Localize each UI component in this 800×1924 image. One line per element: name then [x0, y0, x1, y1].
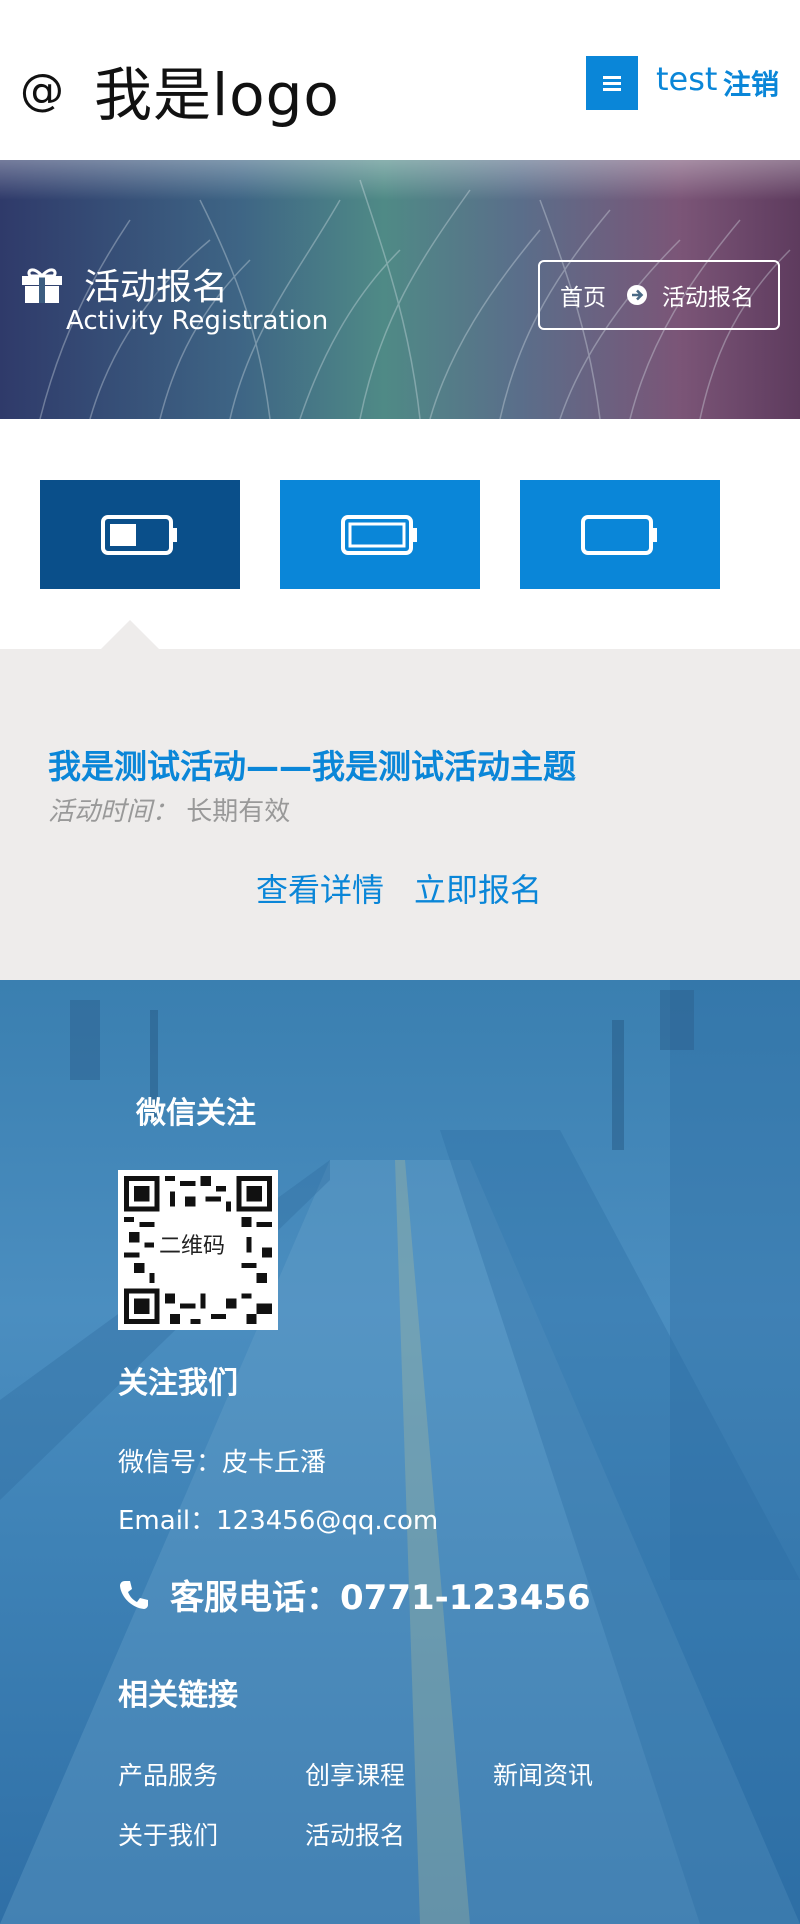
- menu-icon: [603, 76, 621, 91]
- activity-title[interactable]: 我是测试活动——我是测试活动主题: [48, 740, 576, 788]
- qr-code: 二维码: [118, 1170, 278, 1330]
- phone-icon: [120, 1580, 148, 1609]
- breadcrumb-home[interactable]: 首页: [560, 278, 606, 312]
- wechat-id: 微信号：皮卡丘潘: [118, 1448, 327, 1478]
- arrow-circle-right-icon: [627, 285, 647, 305]
- breadcrumb: 首页 活动报名: [538, 260, 780, 330]
- footer-link-news[interactable]: 新闻资讯: [493, 1756, 593, 1792]
- follow-us-title: 关注我们: [118, 1366, 238, 1401]
- activity-time: 活动时间： 长期有效: [48, 791, 290, 828]
- logo[interactable]: @ 我是logo: [20, 48, 340, 132]
- breadcrumb-current[interactable]: 活动报名: [662, 278, 754, 312]
- contact-email: Email：123456@qq.com: [118, 1506, 439, 1536]
- activity-time-label: 活动时间：: [48, 797, 179, 827]
- footer-link-courses[interactable]: 创享课程: [305, 1756, 405, 1792]
- banner-fade: [0, 160, 800, 200]
- footer-link-about[interactable]: 关于我们: [118, 1816, 218, 1852]
- banner-title-en: Activity Registration: [66, 306, 329, 336]
- service-phone-text: 客服电话：0771-123456: [170, 1578, 591, 1618]
- logout-link[interactable]: 注销: [723, 63, 779, 103]
- qr-code-label: 二维码: [154, 1232, 230, 1262]
- header: @ 我是logo test 注销: [0, 0, 800, 160]
- battery-full-icon: [341, 514, 417, 555]
- service-phone: 客服电话：0771-123456: [118, 1570, 591, 1619]
- page-banner: 活动报名 Activity Registration 首页 活动报名: [0, 160, 800, 419]
- activity-tabs: [0, 419, 800, 649]
- tab-battery-half[interactable]: [40, 480, 240, 589]
- battery-half-icon: [101, 514, 177, 555]
- user-name-link[interactable]: test: [656, 60, 717, 98]
- battery-empty-icon: [581, 514, 657, 555]
- view-details-link[interactable]: 查看详情: [256, 865, 384, 911]
- activity-panel: 我是测试活动——我是测试活动主题 活动时间： 长期有效 查看详情 立即报名: [0, 649, 800, 980]
- footer-link-activity[interactable]: 活动报名: [305, 1816, 405, 1852]
- signup-now-link[interactable]: 立即报名: [414, 865, 542, 911]
- banner-title: 活动报名: [20, 258, 228, 310]
- footer-link-products[interactable]: 产品服务: [118, 1756, 218, 1792]
- logo-at-symbol: @: [20, 64, 64, 116]
- tab-battery-full[interactable]: [280, 480, 480, 589]
- activity-time-value: 长期有效: [186, 797, 291, 827]
- logo-text: 我是logo: [94, 61, 340, 129]
- footer: 微信关注 二维码 关注我们 微信号：皮卡丘潘 Email：123456@qq.c…: [0, 980, 800, 1924]
- activity-actions: 查看详情 立即报名: [256, 865, 542, 911]
- gift-icon: [22, 268, 62, 303]
- menu-button[interactable]: [586, 56, 638, 110]
- tab-indicator-notch: [100, 620, 160, 650]
- related-links-title: 相关链接: [118, 1678, 238, 1713]
- banner-title-cn: 活动报名: [84, 267, 229, 308]
- wechat-follow-title: 微信关注: [136, 1096, 256, 1131]
- tab-battery-empty[interactable]: [520, 480, 720, 589]
